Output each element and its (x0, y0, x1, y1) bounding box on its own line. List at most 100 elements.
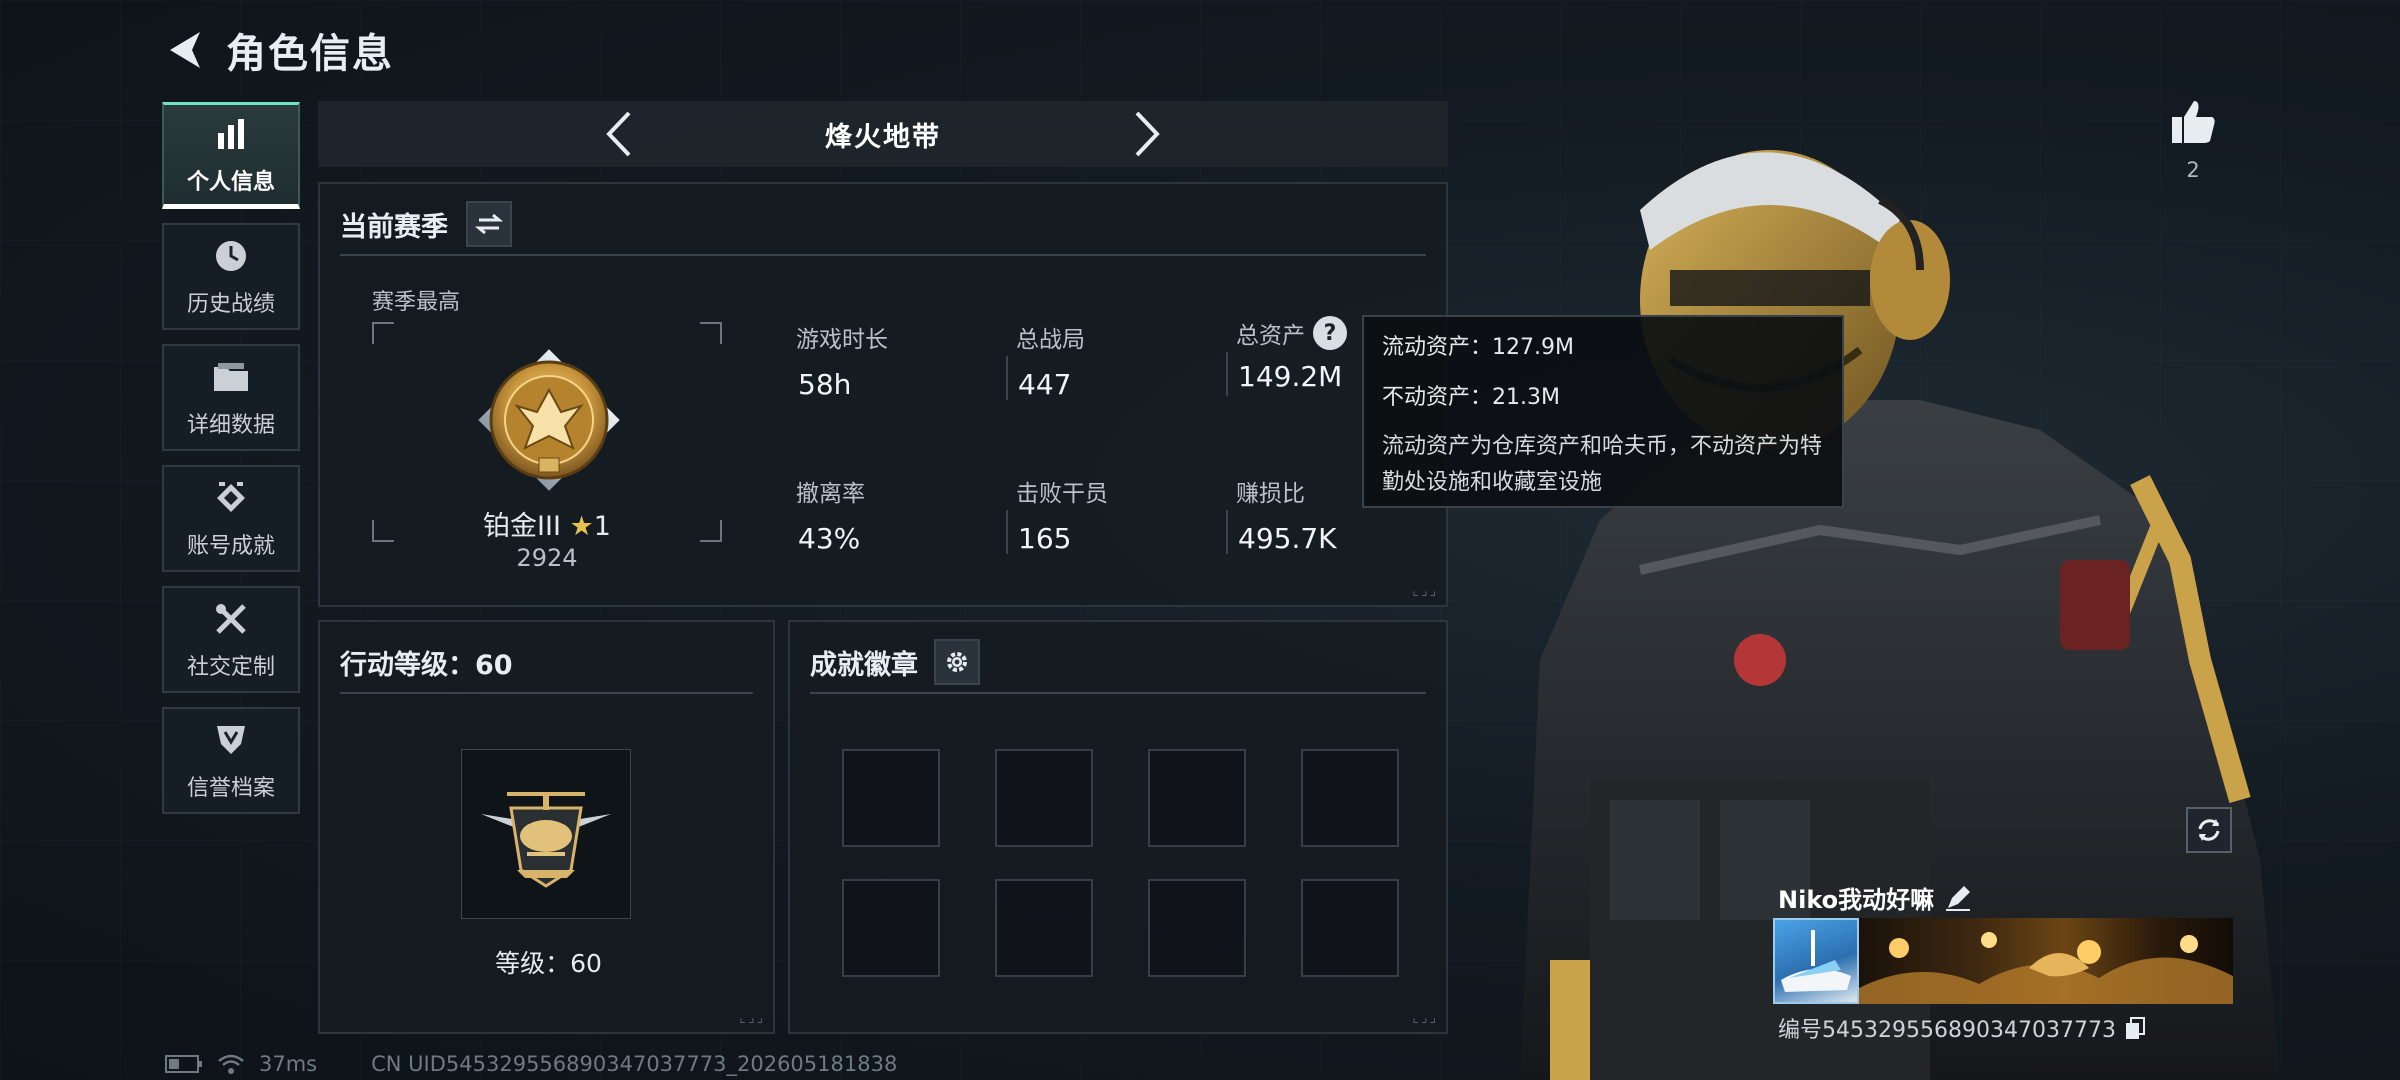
tooltip-liquid-assets: 流动资产：127.9M (1382, 335, 1574, 360)
copy-icon[interactable] (2124, 1016, 2146, 1040)
badge-slot[interactable] (842, 749, 940, 847)
sidebar-item-label: 历史战绩 (186, 291, 275, 317)
name-card[interactable] (1773, 918, 2233, 1004)
player-name: Niko我动好嘛 (1778, 886, 1935, 914)
back-button[interactable] (160, 26, 208, 74)
bar-chart-icon (211, 114, 251, 154)
like-button[interactable] (2168, 97, 2218, 147)
level-badge (461, 749, 631, 919)
level-header: 行动等级：60 (340, 632, 753, 694)
star-icon: ★ (569, 511, 594, 542)
uid-text: CN UID545329556890347037773_202605181838 (371, 1052, 898, 1076)
sidebar-item-detailed-data[interactable]: 详细数据 (162, 344, 300, 451)
badge-slot[interactable] (1148, 879, 1246, 977)
stat-label: 总战局 (1016, 327, 1085, 353)
stat-total-matches: 总战局 447 (1006, 320, 1216, 401)
chevron-left-icon (606, 111, 631, 157)
sidebar-item-label: 账号成就 (186, 533, 275, 559)
sidebar-item-label: 信誉档案 (186, 775, 275, 801)
badge-slot[interactable] (1148, 749, 1246, 847)
rank-points: 2924 (516, 544, 578, 572)
stat-value: 58h (798, 368, 852, 401)
avatar (1773, 918, 1859, 1004)
player-id-text: 编号545329556890347037773 (1778, 1018, 2116, 1043)
total-assets-tooltip: 流动资产：127.9M 不动资产：21.3M 流动资产为仓库资产和哈夫币，不动资… (1362, 315, 1844, 508)
wifi-icon (218, 1054, 244, 1074)
badge-slot[interactable] (995, 749, 1093, 847)
stat-label: 撤离率 (796, 481, 865, 507)
mode-prev-button[interactable] (593, 109, 643, 159)
mode-selector: 烽火地带 (318, 101, 1448, 167)
battery-icon (165, 1055, 202, 1073)
helicopter-badge-icon (481, 792, 611, 888)
stat-play-time: 游戏时长 58h (796, 320, 996, 401)
shield-icon (211, 720, 251, 760)
player-name-row: Niko我动好嘛 (1778, 880, 1972, 915)
sidebar-item-history[interactable]: 历史战绩 (162, 223, 300, 330)
badges-header: 成就徽章 (810, 632, 1426, 694)
sidebar: 个人信息 历史战绩 详细数据 账号成就 社交定制 信誉档案 (162, 102, 300, 814)
level-panel: 行动等级：60 等级：60 ⌞⌟⌟ (318, 620, 775, 1034)
sidebar-item-personal-info[interactable]: 个人信息 (162, 102, 300, 209)
rank-emblem-icon (478, 349, 620, 491)
chevron-right-icon (1135, 111, 1160, 157)
level-title: 行动等级：60 (340, 649, 513, 681)
thumbs-up-icon (2172, 101, 2215, 143)
stat-label: 总资产 (1236, 323, 1305, 349)
rotate-icon (2198, 819, 2220, 841)
sidebar-item-label: 社交定制 (186, 654, 275, 680)
badge-settings-button[interactable] (934, 639, 980, 685)
badge-slot[interactable] (995, 879, 1093, 977)
page-title: 角色信息 (226, 31, 394, 77)
achievement-badges-panel: 成就徽章 ⌞⌟⌟ (788, 620, 1448, 1034)
tooltip-description: 流动资产为仓库资产和哈夫币，不动资产为特勤处设施和收藏室设施 (1382, 434, 1823, 495)
stat-value: 495.7K (1238, 522, 1337, 555)
badge-slot[interactable] (842, 879, 940, 977)
edit-icon[interactable] (1944, 884, 1972, 912)
panel-corner-mark: ⌞⌟⌟ (739, 1010, 765, 1026)
sidebar-item-social-custom[interactable]: 社交定制 (162, 586, 300, 693)
tooltip-fixed-assets: 不动资产：21.3M (1382, 385, 1560, 410)
stat-label: 游戏时长 (796, 327, 888, 353)
season-header: 当前赛季 (340, 194, 1426, 256)
badges-title: 成就徽章 (810, 649, 918, 681)
stat-value: 447 (1018, 368, 1072, 401)
back-arrow-icon (170, 32, 200, 68)
rotate-model-button[interactable] (2186, 807, 2232, 853)
swap-icon (475, 213, 503, 235)
sidebar-item-reputation[interactable]: 信誉档案 (162, 707, 300, 814)
mode-title: 烽火地带 (825, 121, 941, 153)
badge-grid (842, 749, 1399, 977)
achievement-icon (211, 478, 251, 518)
badge-slot[interactable] (1301, 749, 1399, 847)
sidebar-item-label: 个人信息 (186, 169, 275, 195)
level-text: 等级：60 (495, 949, 602, 978)
sidebar-item-achievements[interactable]: 账号成就 (162, 465, 300, 572)
clock-icon (211, 236, 251, 276)
tools-icon (211, 599, 251, 639)
ping-text: 37ms (259, 1052, 318, 1076)
badge-slot[interactable] (1301, 879, 1399, 977)
switch-season-button[interactable] (466, 201, 512, 247)
season-title: 当前赛季 (340, 211, 448, 243)
stat-operators-defeated: 击败干员 165 (1006, 474, 1216, 555)
help-icon[interactable]: ? (1313, 316, 1347, 350)
stat-value: 43% (798, 522, 861, 555)
rank-frame: 铂金III ★1 2924 (372, 322, 722, 572)
season-best-label: 赛季最高 (372, 290, 461, 315)
like-count: 2 (2186, 158, 2200, 182)
mode-next-button[interactable] (1123, 109, 1173, 159)
stat-value: 165 (1018, 522, 1072, 555)
name-card-banner (1859, 918, 2233, 1004)
panel-corner-mark: ⌞⌟⌟ (1412, 583, 1438, 599)
sidebar-item-label: 详细数据 (186, 412, 275, 438)
panel-corner-mark: ⌞⌟⌟ (1412, 1010, 1438, 1026)
stat-label: 击败干员 (1016, 481, 1108, 507)
folder-icon (211, 357, 251, 397)
rank-name: 铂金III ★1 (483, 511, 611, 542)
status-bar: 37ms CN UID545329556890347037773_2026051… (165, 1052, 897, 1076)
player-id: 编号545329556890347037773 (1778, 1012, 2146, 1044)
page-header: 角色信息 (160, 22, 394, 78)
stat-extraction-rate: 撤离率 43% (796, 474, 996, 555)
season-panel: 当前赛季 赛季最高 铂金III ★1 2924 游戏时长 58h 总战局 447… (318, 182, 1448, 607)
